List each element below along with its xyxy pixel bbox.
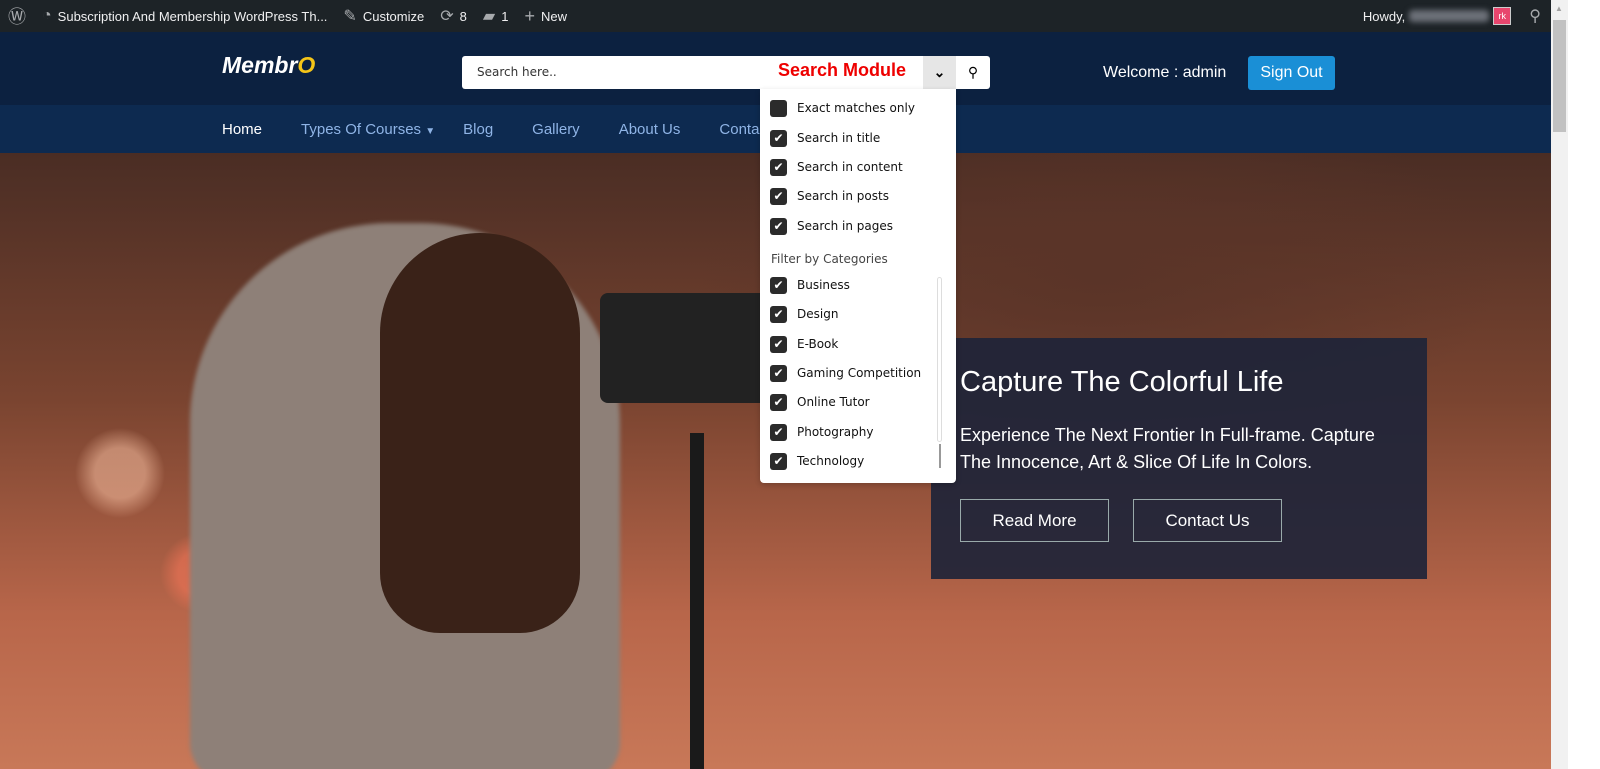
option-label: E-Book bbox=[797, 337, 839, 351]
hero-caption: Capture The Colorful Life Experience The… bbox=[931, 338, 1427, 579]
option-label: Gaming Competition bbox=[797, 366, 922, 380]
option-search-in-posts[interactable]: ✔ Search in posts bbox=[770, 186, 889, 206]
checkbox-checked-icon[interactable]: ✔ bbox=[770, 129, 787, 147]
caret-down-icon: ▼ bbox=[425, 125, 436, 137]
search-submit-button[interactable]: ⚲ bbox=[956, 56, 990, 89]
category-design[interactable]: ✔ Design bbox=[770, 304, 838, 324]
checkbox-checked-icon[interactable]: ✔ bbox=[770, 423, 787, 441]
dashboard-icon: ◔ bbox=[42, 7, 52, 24]
option-label: Search in pages bbox=[797, 219, 894, 233]
search-options-dropdown: Exact matches only ✔ Search in title ✔ Searc… bbox=[760, 89, 956, 483]
avatar: rk bbox=[1493, 7, 1512, 25]
categories-scroll-thumb[interactable] bbox=[939, 444, 941, 468]
option-label: Photography bbox=[797, 425, 874, 439]
customize-link[interactable]: ✎ Customize bbox=[335, 0, 432, 32]
nav-types-of-courses[interactable]: Types Of Courses ▼ bbox=[301, 121, 435, 138]
checkbox-checked-icon[interactable]: ✔ bbox=[770, 364, 787, 382]
hero-text: Experience The Next Frontier In Full-fra… bbox=[960, 425, 1375, 472]
scroll-up-arrow-icon[interactable]: ▲ bbox=[1555, 4, 1563, 13]
checkbox-checked-icon[interactable]: ✔ bbox=[770, 452, 787, 470]
site-logo[interactable]: MembrO bbox=[222, 52, 315, 79]
option-label: Search in title bbox=[797, 131, 881, 145]
scroll-thumb[interactable] bbox=[1553, 20, 1566, 132]
search-icon[interactable]: ⚲ bbox=[1529, 6, 1541, 26]
category-photography[interactable]: ✔ Photography bbox=[770, 422, 873, 442]
site-name-link[interactable]: ◔ Subscription And Membership WordPress T… bbox=[34, 0, 335, 32]
contact-us-button[interactable]: Contact Us bbox=[1133, 499, 1282, 542]
filter-by-categories-label: Filter by Categories bbox=[771, 252, 888, 266]
page-scrollbar[interactable]: ▲ bbox=[1551, 0, 1568, 769]
category-gaming-competition[interactable]: ✔ Gaming Competition bbox=[770, 363, 921, 383]
checkbox-checked-icon[interactable]: ✔ bbox=[770, 187, 787, 205]
option-search-in-pages[interactable]: ✔ Search in pages bbox=[770, 216, 893, 236]
checkbox-checked-icon[interactable]: ✔ bbox=[770, 305, 787, 323]
refresh-icon: ⟳ bbox=[440, 8, 454, 25]
search-icon: ⚲ bbox=[967, 64, 979, 80]
nav-about-us[interactable]: About Us bbox=[619, 121, 681, 138]
sign-out-button[interactable]: Sign Out bbox=[1248, 56, 1335, 90]
wordpress-icon: Ⓦ bbox=[8, 7, 26, 27]
checkbox-unchecked-icon[interactable] bbox=[770, 99, 787, 117]
category-online-tutor[interactable]: ✔ Online Tutor bbox=[770, 392, 870, 412]
nav-blog[interactable]: Blog bbox=[463, 121, 493, 138]
hero-photo-tripod bbox=[690, 433, 704, 769]
option-search-in-content[interactable]: ✔ Search in content bbox=[770, 157, 903, 177]
option-search-in-title[interactable]: ✔ Search in title bbox=[770, 128, 880, 148]
search-module-annotation: Search Module bbox=[778, 60, 907, 80]
category-business[interactable]: ✔ Business bbox=[770, 275, 850, 295]
new-content-link[interactable]: + New bbox=[516, 0, 575, 32]
wordpress-logo-button[interactable]: Ⓦ bbox=[0, 0, 34, 32]
hero-title: Capture The Colorful Life bbox=[960, 366, 1284, 398]
search-module: Search Module ⌄ ⚲ bbox=[462, 56, 990, 89]
checkbox-checked-icon[interactable]: ✔ bbox=[770, 217, 787, 235]
nav-gallery[interactable]: Gallery bbox=[532, 121, 580, 138]
category-e-book[interactable]: ✔ E-Book bbox=[770, 334, 838, 354]
checkbox-checked-icon[interactable]: ✔ bbox=[770, 276, 787, 294]
checkbox-checked-icon[interactable]: ✔ bbox=[770, 158, 787, 176]
search-options-toggle[interactable]: ⌄ bbox=[923, 56, 956, 89]
plus-icon: + bbox=[524, 5, 535, 26]
admin-bar: Ⓦ ◔ Subscription And Membership WordPress… bbox=[0, 0, 1551, 32]
hero-photo-camera bbox=[600, 293, 770, 403]
option-label: Business bbox=[797, 278, 850, 292]
hero-photo-hair bbox=[380, 233, 580, 633]
categories-scrollbar[interactable] bbox=[937, 277, 942, 442]
option-label: Search in posts bbox=[797, 189, 889, 203]
option-label: Exact matches only bbox=[797, 101, 915, 115]
checkbox-checked-icon[interactable]: ✔ bbox=[770, 393, 787, 411]
nav-contact[interactable]: Conta bbox=[719, 121, 759, 138]
nav-home[interactable]: Home bbox=[222, 121, 262, 138]
comment-icon: ▰ bbox=[482, 8, 496, 25]
welcome-text: Welcome : admin bbox=[1103, 64, 1227, 81]
option-label: Online Tutor bbox=[797, 395, 870, 409]
category-technology[interactable]: ✔ Technology bbox=[770, 451, 864, 471]
chevron-down-icon: ⌄ bbox=[933, 64, 946, 80]
account-menu[interactable]: Howdy, rk bbox=[1363, 7, 1512, 25]
updates-link[interactable]: ⟳ 8 bbox=[432, 0, 475, 32]
option-label: Technology bbox=[797, 454, 865, 468]
brush-icon: ✎ bbox=[343, 8, 357, 25]
comments-link[interactable]: ▰ 1 bbox=[475, 0, 517, 32]
read-more-button[interactable]: Read More bbox=[960, 499, 1109, 542]
option-label: Design bbox=[797, 307, 839, 321]
option-exact-matches-only[interactable]: Exact matches only bbox=[770, 98, 915, 118]
blurred-username bbox=[1409, 10, 1490, 22]
option-label: Search in content bbox=[797, 160, 903, 174]
checkbox-checked-icon[interactable]: ✔ bbox=[770, 335, 787, 353]
search-input[interactable] bbox=[477, 65, 767, 79]
